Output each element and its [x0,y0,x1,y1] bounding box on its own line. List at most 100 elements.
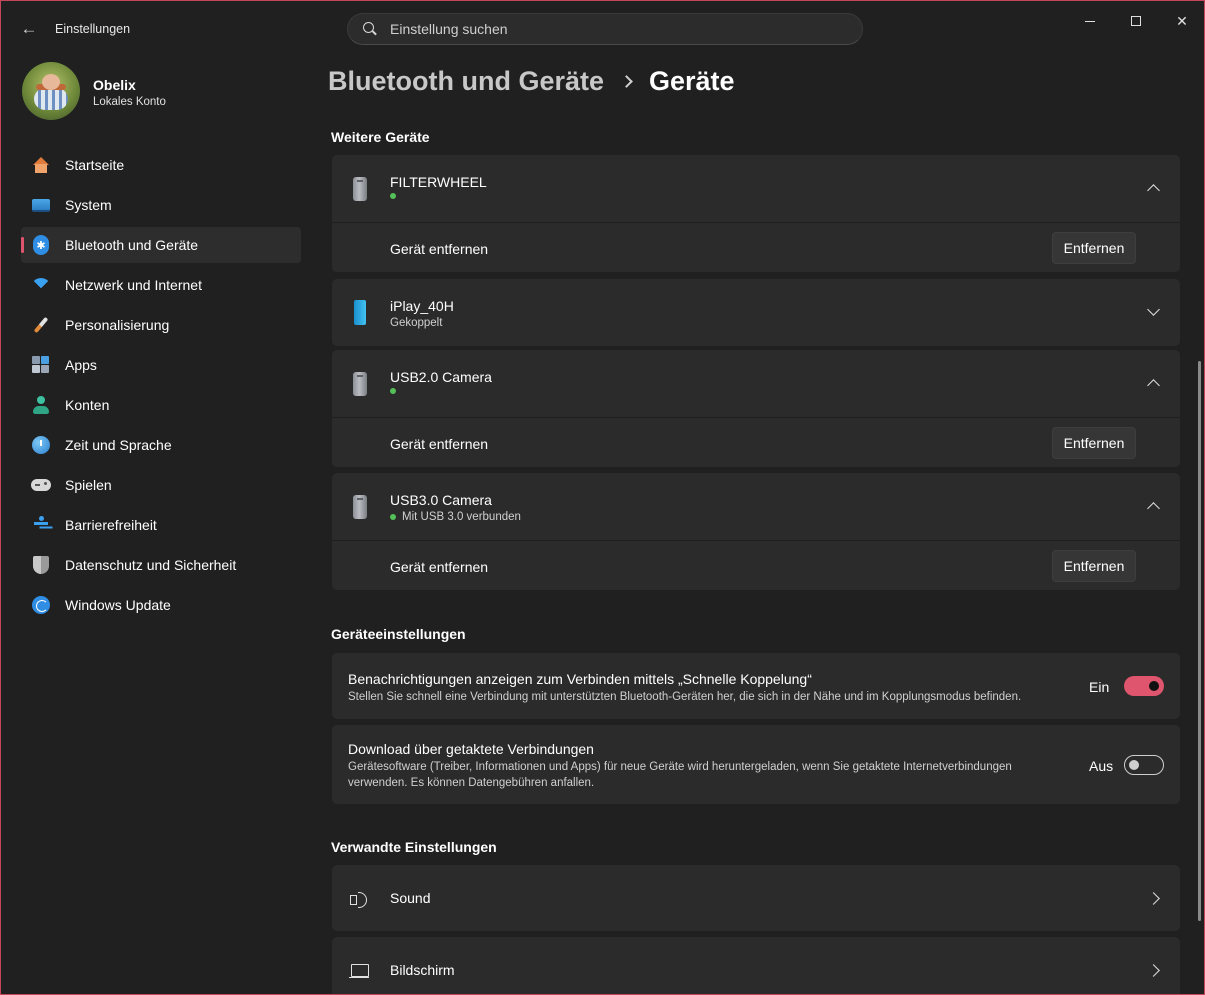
system-icon [31,195,51,215]
account-icon [31,395,51,415]
search-box[interactable] [347,13,863,45]
device-remove-row: Gerät entfernen Entfernen [332,417,1180,467]
sidebar-item-system[interactable]: System [21,187,301,223]
related-item-sound[interactable]: Sound [332,865,1180,931]
phone-icon [354,300,366,325]
sidebar-item-privacy[interactable]: Datenschutz und Sicherheit [21,547,301,583]
minimize-icon [1085,20,1095,22]
sidebar-item-personalization[interactable]: Personalisierung [21,307,301,343]
title-bar: ← Einstellungen ✕ [1,1,1204,49]
avatar-head [42,74,60,90]
avatar[interactable] [22,62,80,120]
status-dot-icon [390,514,396,520]
search-icon [362,21,378,37]
sidebar-item-bluetooth[interactable]: ✱ Bluetooth und Geräte [21,227,301,263]
profile-account-type: Lokales Konto [93,96,166,108]
device-status [390,388,402,394]
sidebar-item-accessibility[interactable]: Barrierefreiheit [21,507,301,543]
remove-device-label: Gerät entfernen [390,436,489,452]
brush-icon [31,315,51,335]
setting-title: Download über getaktete Verbindungen [348,741,594,757]
chevron-up-icon[interactable] [1147,379,1160,392]
sidebar-item-label: Barrierefreiheit [65,517,157,533]
minimize-button[interactable] [1067,5,1113,37]
sidebar-item-label: Spielen [65,477,112,493]
device-header[interactable]: FILTERWHEEL [332,155,1180,222]
scrollbar[interactable] [1198,361,1201,921]
device-status [390,193,402,199]
chevron-right-icon [620,74,633,88]
sidebar-item-label: System [65,197,112,213]
arrow-left-icon: ← [20,19,38,38]
device-header[interactable]: USB3.0 Camera Mit USB 3.0 verbunden [332,473,1180,540]
setting-description: Gerätesoftware (Treiber, Informationen u… [348,761,1012,789]
section-title-device-settings: Geräteeinstellungen [331,626,466,642]
home-icon [31,155,51,175]
related-item-display[interactable]: Bildschirm [332,937,1180,994]
breadcrumb: Bluetooth und Geräte Geräte [328,63,735,99]
swift-pair-toggle[interactable] [1124,676,1164,696]
chevron-up-icon[interactable] [1147,184,1160,197]
shield-icon [31,555,51,575]
app-title: Einstellungen [55,22,131,36]
close-button[interactable]: ✕ [1159,5,1204,37]
sidebar-item-label: Zeit und Sprache [65,437,172,453]
setting-metered-download: Download über getaktete Verbindungen Ger… [332,725,1180,804]
bluetooth-icon: ✱ [31,235,51,255]
device-card-usb3-camera: USB3.0 Camera Mit USB 3.0 verbunden Gerä… [332,473,1180,590]
device-name: FILTERWHEEL [390,174,487,190]
device-header[interactable]: iPlay_40H Gekoppelt [332,279,1180,346]
remove-button[interactable]: Entfernen [1052,232,1136,264]
update-icon [31,595,51,615]
avatar-body [34,88,68,110]
page-title: Geräte [649,65,735,96]
remove-device-label: Gerät entfernen [390,241,489,257]
accessibility-icon [31,515,51,535]
related-item-label: Sound [390,890,431,906]
profile-name: Obelix [93,77,136,93]
chevron-down-icon[interactable] [1147,303,1160,316]
wifi-icon [31,275,51,295]
usb-device-icon [353,177,367,201]
remove-button[interactable]: Entfernen [1052,550,1136,582]
chevron-right-icon [1147,964,1160,977]
sidebar-item-label: Startseite [65,157,125,173]
toggle-state-label: Aus [1089,758,1114,774]
settings-window: ← Einstellungen ✕ Obelix Lokales Konto S… [0,0,1205,995]
sidebar-item-accounts[interactable]: Konten [21,387,301,423]
search-input[interactable] [390,21,830,37]
sidebar-item-label: Windows Update [65,597,171,613]
metered-download-toggle[interactable] [1124,755,1164,775]
sidebar-item-home[interactable]: Startseite [21,147,301,183]
device-remove-row: Gerät entfernen Entfernen [332,540,1180,590]
sidebar-item-gaming[interactable]: Spielen [21,467,301,503]
device-status: Gekoppelt [390,317,442,329]
device-name: USB2.0 Camera [390,369,492,385]
device-header[interactable]: USB2.0 Camera [332,350,1180,417]
setting-description: Stellen Sie schnell eine Verbindung mit … [348,691,1022,703]
sidebar-item-label: Netzwerk und Internet [65,277,202,293]
usb-device-icon [353,372,367,396]
chevron-up-icon[interactable] [1147,502,1160,515]
chevron-right-icon [1147,892,1160,905]
section-title-other-devices: Weitere Geräte [331,129,430,145]
sidebar-item-label: Apps [65,357,97,373]
toggle-state-label: Ein [1089,679,1110,695]
sidebar-item-label: Datenschutz und Sicherheit [65,557,237,573]
apps-icon [31,355,51,375]
sidebar-item-network[interactable]: Netzwerk und Internet [21,267,301,303]
remove-button[interactable]: Entfernen [1052,427,1136,459]
close-icon: ✕ [1176,12,1188,29]
device-status: Mit USB 3.0 verbunden [390,511,521,523]
breadcrumb-parent[interactable]: Bluetooth und Geräte [328,66,604,97]
maximize-button[interactable] [1113,5,1159,37]
back-button[interactable]: ← [15,15,43,43]
device-remove-row: Gerät entfernen Entfernen [332,222,1180,272]
sidebar-item-time-language[interactable]: Zeit und Sprache [21,427,301,463]
sidebar-item-label: Konten [65,397,110,413]
sidebar-nav: Startseite System ✱ Bluetooth und Geräte… [21,147,301,627]
status-dot-icon [390,193,396,199]
sidebar-item-apps[interactable]: Apps [21,347,301,383]
sidebar-item-label: Bluetooth und Geräte [65,237,199,253]
sidebar-item-windows-update[interactable]: Windows Update [21,587,301,623]
